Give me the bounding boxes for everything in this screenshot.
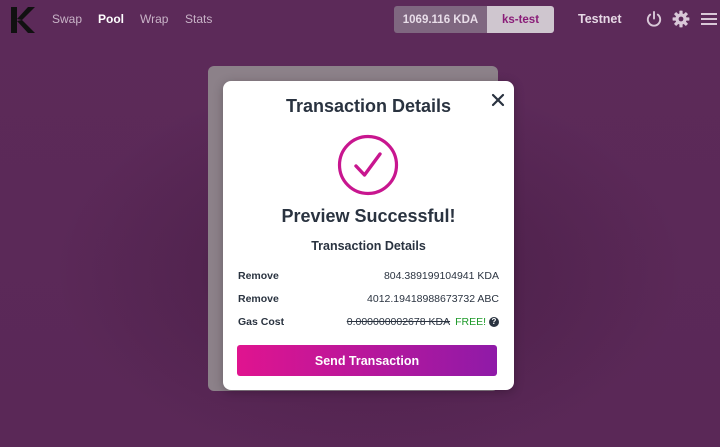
detail-label: Remove <box>238 293 279 305</box>
detail-row-remove-abc: Remove 4012.19418988673732 ABC <box>238 293 499 307</box>
transaction-modal: Transaction Details Preview Successful! … <box>223 81 514 390</box>
detail-row-gas-cost: Gas Cost 0.000000002678 KDA FREE! ? <box>238 316 499 330</box>
nav-wrap[interactable]: Wrap <box>140 12 168 26</box>
detail-label: Gas Cost <box>238 316 285 328</box>
details-subtitle: Transaction Details <box>311 239 426 253</box>
balance-display: 1069.116 KDA <box>394 6 487 33</box>
detail-value-text: 804.389199104941 KDA <box>383 270 499 282</box>
nav-stats[interactable]: Stats <box>185 12 212 26</box>
top-bar: Swap Pool Wrap Stats 1069.116 KDA ks-tes… <box>0 0 720 40</box>
logo-icon[interactable] <box>10 6 36 34</box>
power-icon[interactable] <box>645 10 663 28</box>
detail-row-remove-kda: Remove 804.389199104941 KDA <box>238 270 499 284</box>
nav-pool[interactable]: Pool <box>98 12 124 26</box>
detail-label: Remove <box>238 270 279 282</box>
close-icon[interactable] <box>490 92 506 108</box>
help-icon[interactable]: ? <box>489 317 499 327</box>
account-button[interactable]: ks-test <box>487 6 554 33</box>
menu-icon[interactable] <box>700 10 718 28</box>
detail-value: 0.000000002678 KDA FREE! ? <box>347 316 499 328</box>
preview-status: Preview Successful! <box>281 206 456 226</box>
send-transaction-button[interactable]: Send Transaction <box>237 345 497 376</box>
checkmark-icon <box>337 134 399 196</box>
gear-icon[interactable] <box>672 10 690 28</box>
detail-value: 804.389199104941 KDA <box>384 270 499 282</box>
detail-value: 4012.19418988673732 ABC <box>367 293 499 305</box>
gas-free-label: FREE! <box>455 316 486 328</box>
network-label[interactable]: Testnet <box>578 12 622 26</box>
detail-value-text: 4012.19418988673732 ABC <box>367 293 499 305</box>
modal-title: Transaction Details <box>285 96 452 116</box>
nav-swap[interactable]: Swap <box>52 12 82 26</box>
gas-cost-original: 0.000000002678 KDA <box>346 316 451 328</box>
